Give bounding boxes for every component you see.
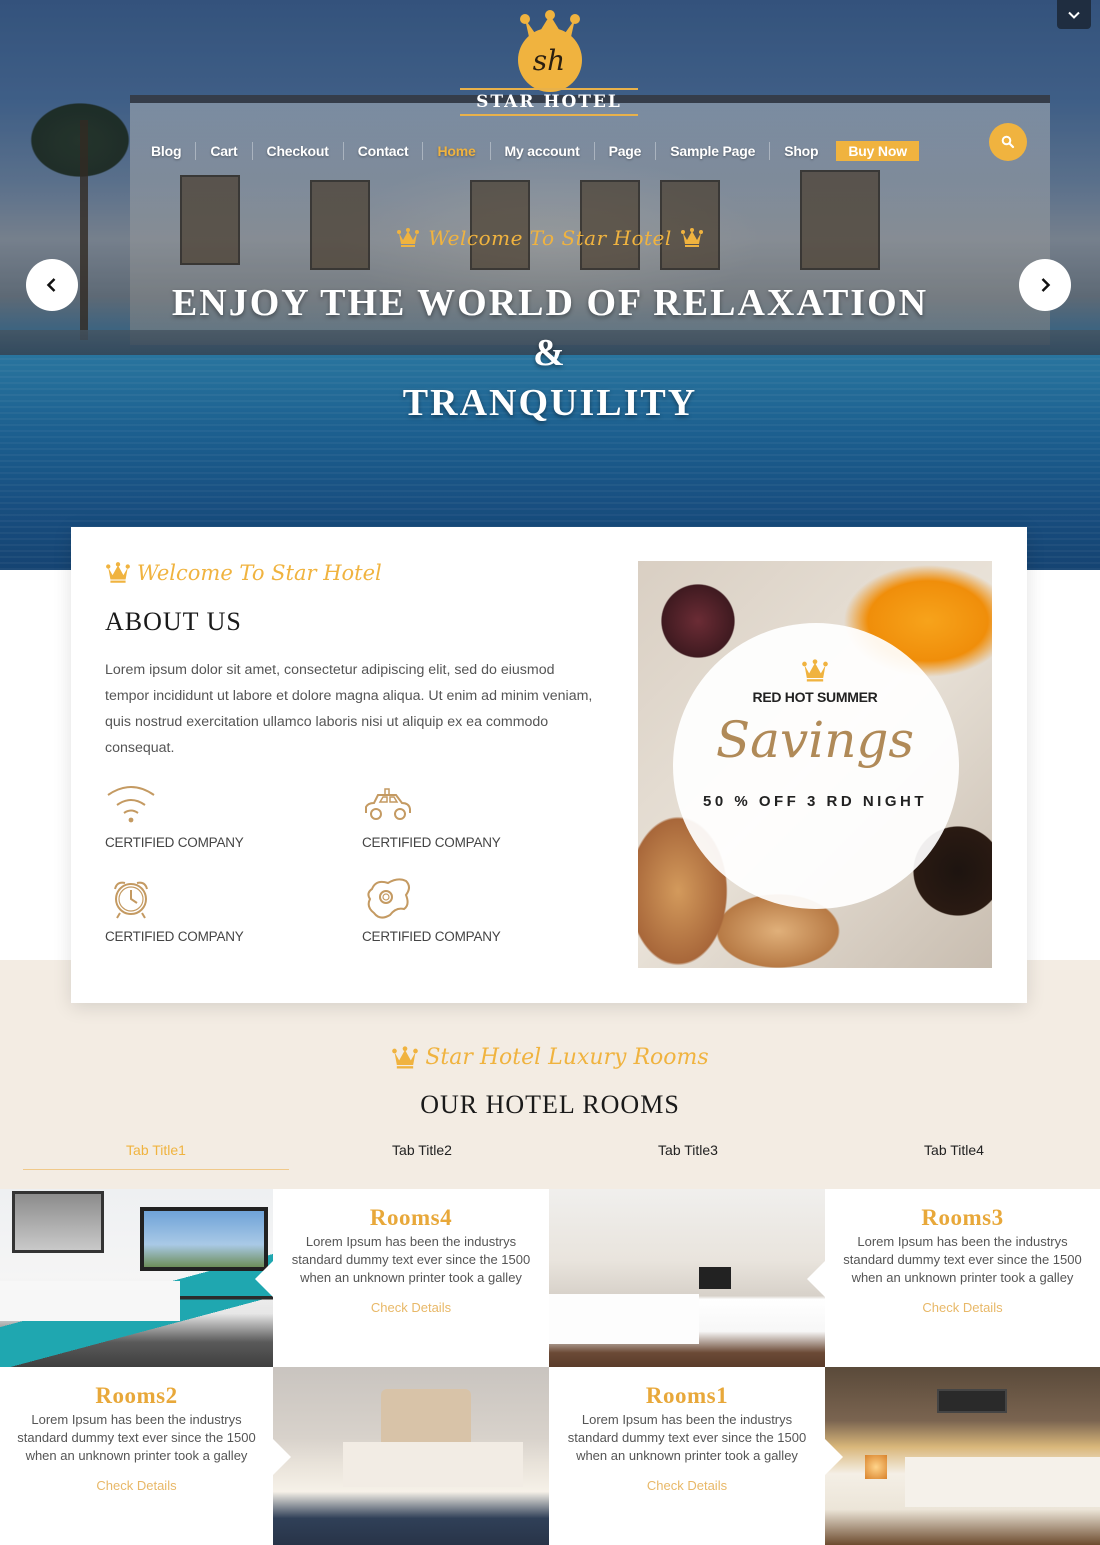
check-details-link[interactable]: Check Details [647,1478,727,1493]
room-photo[interactable] [549,1189,825,1367]
nav-item-my-account[interactable]: My account [491,142,595,160]
rooms-grid: Rooms4 Lorem Ipsum has been the industry… [0,1189,1100,1545]
room-photo[interactable] [273,1367,549,1545]
about-title: ABOUT US [105,607,242,636]
rooms-subtitle-row: Star Hotel Luxury Rooms [0,1045,1100,1070]
nav-item-blog[interactable]: Blog [137,142,197,160]
chevron-right-icon [1041,278,1051,292]
site-logo[interactable]: sh STAR HOTEL [460,8,638,116]
main-nav: Blog Cart Checkout Contact Home My accou… [137,140,919,162]
taxi-icon [365,788,411,820]
buy-now-button[interactable]: Buy Now [836,141,919,161]
logo-divider [460,114,638,116]
wall-art [12,1191,104,1253]
room-name: Rooms1 [645,1383,729,1408]
nav-item-page[interactable]: Page [595,142,657,160]
nav-item-home[interactable]: Home [423,142,491,160]
feature-item: CERTIFIED COMPANY [362,783,562,850]
feature-item: CERTIFIED COMPANY [105,783,305,850]
hero-subtitle-row: Welcome To Star Hotel [0,226,1100,250]
bed [0,1281,180,1321]
promo-banner[interactable]: RED HOT SUMMER Savings 50 % OFF 3 RD NIG… [638,561,992,968]
feature-label: CERTIFIED COMPANY [105,929,244,944]
room-card: Rooms3 Lorem Ipsum has been the industry… [825,1189,1100,1367]
room-description: Lorem Ipsum has been the industrys stand… [567,1412,807,1463]
rooms-subtitle: Star Hotel Luxury Rooms [425,1045,709,1070]
room-description: Lorem Ipsum has been the industrys stand… [291,1234,531,1285]
check-details-link[interactable]: Check Details [371,1300,451,1315]
about-text: Lorem ipsum dolor sit amet, consectetur … [105,662,593,756]
room-card: Rooms2 Lorem Ipsum has been the industry… [0,1367,273,1545]
feature-label: CERTIFIED COMPANY [362,929,501,944]
tab-title2[interactable]: Tab Title2 [289,1138,555,1170]
chevron-down-icon [1068,11,1080,19]
check-details-link[interactable]: Check Details [922,1300,1002,1315]
room-photo[interactable] [825,1367,1100,1545]
headboard [381,1389,471,1447]
hero-title: ENJOY THE WORLD OF RELAXATION & TRANQUIL… [150,278,950,428]
bed [905,1457,1100,1507]
nav-item-checkout[interactable]: Checkout [253,142,344,160]
about-subtitle: Welcome To Star Hotel [137,561,382,585]
room-name: Rooms4 [369,1205,453,1230]
tab-title3[interactable]: Tab Title3 [555,1138,821,1170]
hero-subtitle: Welcome To Star Hotel [428,226,672,250]
crown-icon [106,562,130,583]
room-window [140,1207,268,1271]
feature-item: CERTIFIED COMPANY [362,877,562,944]
tab-title1[interactable]: Tab Title1 [23,1138,289,1170]
logo-divider [460,88,638,90]
logo-brand-name: STAR HOTEL [476,92,622,112]
tab-title4[interactable]: Tab Title4 [821,1138,1087,1170]
promo-script: Savings [715,711,915,769]
alarm-clock-icon [114,881,148,919]
feature-item: CERTIFIED COMPANY [105,877,305,944]
bed [343,1442,523,1487]
room-description: Lorem Ipsum has been the industrys stand… [17,1412,256,1463]
fried-egg-icon [367,878,410,919]
wall-art [937,1389,1007,1413]
lamp [865,1455,887,1479]
crown-icon [397,228,420,247]
rooms-tabs: Tab Title1 Tab Title2 Tab Title3 Tab Tit… [23,1138,1087,1170]
room-card: Rooms4 Lorem Ipsum has been the industry… [273,1189,549,1367]
hero-title-line1: ENJOY THE WORLD OF RELAXATION & [171,282,929,374]
crown-icon [802,659,828,682]
slider-prev-button[interactable] [26,259,78,311]
feature-label: CERTIFIED COMPANY [362,835,501,850]
crown-icon [680,228,703,247]
crown-icon [392,1045,419,1068]
bed [549,1294,699,1344]
rooms-title: OUR HOTEL ROOMS [420,1090,680,1119]
slider-next-button[interactable] [1019,259,1071,311]
feature-label: CERTIFIED COMPANY [105,835,244,850]
about-card: Welcome To Star Hotel ABOUT US Lorem ips… [71,527,1027,1003]
promo-heading: RED HOT SUMMER [752,689,878,705]
room-name: Rooms3 [921,1205,1004,1230]
chevron-left-icon [46,278,56,292]
room-photo[interactable] [0,1189,273,1367]
wifi-icon [107,786,155,823]
nav-item-sample-page[interactable]: Sample Page [656,142,771,160]
room-description: Lorem Ipsum has been the industrys stand… [843,1234,1082,1285]
tv [699,1267,731,1289]
nav-item-contact[interactable]: Contact [344,142,424,160]
nav-item-cart[interactable]: Cart [196,142,253,160]
room-name: Rooms2 [95,1383,178,1408]
scroll-toggle-button[interactable] [1057,0,1091,29]
search-button[interactable] [989,123,1027,161]
about-subtitle-row: Welcome To Star Hotel [105,561,382,585]
room-card: Rooms1 Lorem Ipsum has been the industry… [549,1367,825,1545]
nav-item-shop[interactable]: Shop [770,142,832,160]
search-icon [1001,135,1015,149]
hero-title-line2: TRANQUILITY [402,382,698,424]
promo-offer: 50 % OFF 3 RD NIGHT [702,793,928,810]
check-details-link[interactable]: Check Details [96,1478,176,1493]
logo-initials: sh [532,44,566,77]
